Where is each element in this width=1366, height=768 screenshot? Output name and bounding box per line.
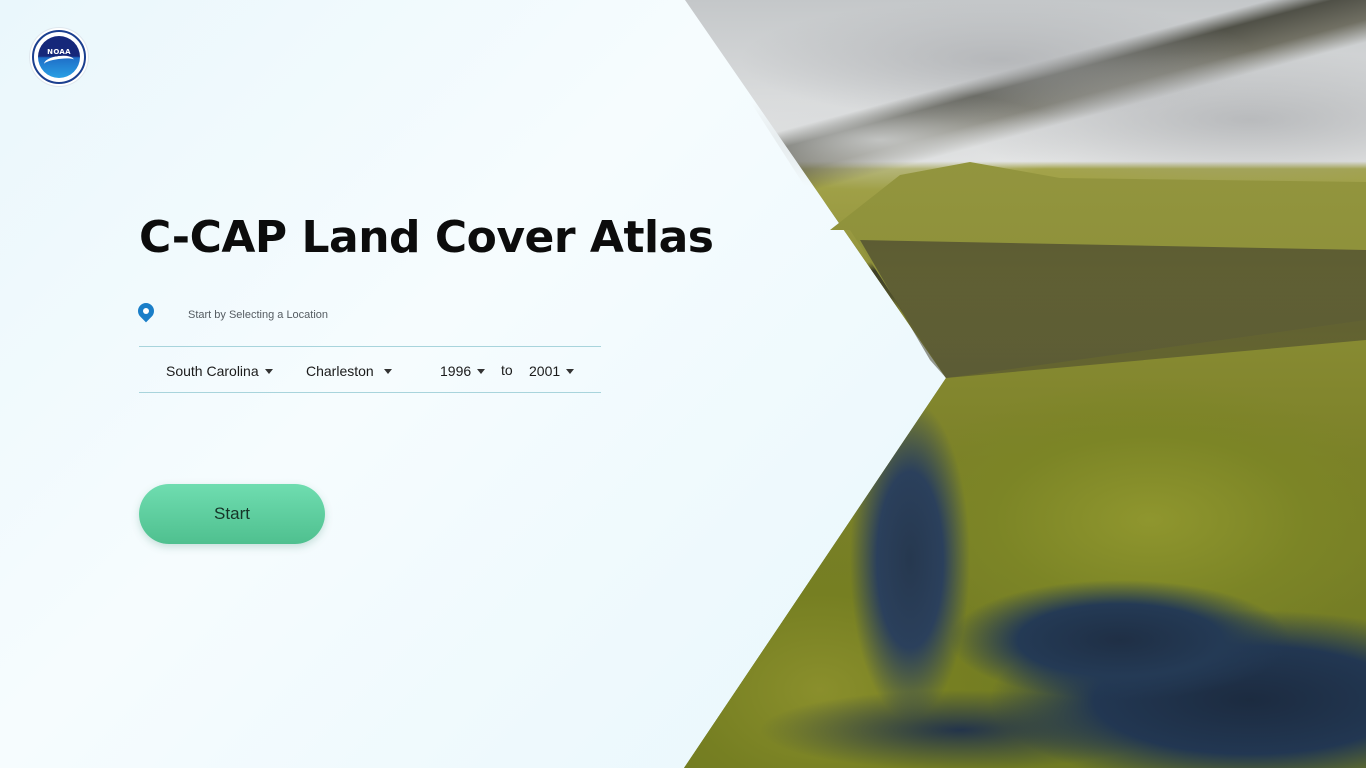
county-dropdown[interactable]: Charleston bbox=[306, 347, 392, 394]
caret-down-icon bbox=[264, 369, 273, 374]
logo-text: NOAA bbox=[47, 48, 71, 56]
location-selector-bar: South Carolina Charleston 1996 to 2001 bbox=[139, 346, 601, 393]
year-range-separator: to bbox=[501, 362, 513, 378]
map-pin-icon bbox=[134, 299, 158, 327]
location-hint-text: Start by Selecting a Location bbox=[188, 309, 329, 321]
seagull-icon bbox=[43, 53, 75, 71]
state-dropdown[interactable]: South Carolina bbox=[166, 347, 273, 394]
start-year-dropdown[interactable]: 1996 bbox=[440, 347, 486, 394]
location-hint-row: Start by Selecting a Location bbox=[134, 299, 329, 328]
caret-down-icon bbox=[383, 369, 392, 374]
county-dropdown-value: Charleston bbox=[306, 362, 374, 379]
caret-down-icon bbox=[566, 369, 575, 374]
state-dropdown-value: South Carolina bbox=[166, 362, 259, 379]
logo-disc: NOAA bbox=[38, 36, 80, 78]
page-title: C-CAP Land Cover Atlas bbox=[139, 212, 714, 263]
end-year-value: 2001 bbox=[529, 362, 561, 379]
caret-down-icon bbox=[477, 369, 486, 374]
start-button[interactable]: Start bbox=[139, 484, 325, 544]
start-year-value: 1996 bbox=[440, 362, 472, 379]
noaa-logo[interactable]: NOAA bbox=[30, 28, 88, 86]
end-year-dropdown[interactable]: 2001 bbox=[529, 347, 575, 394]
